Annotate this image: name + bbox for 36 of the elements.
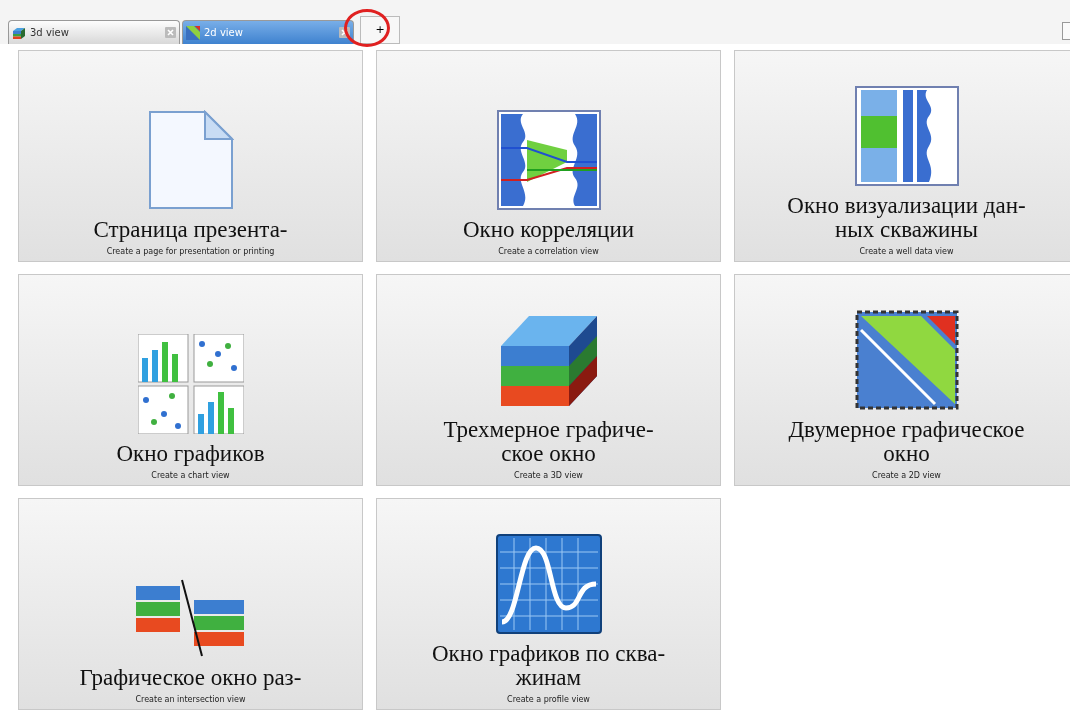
tile-description: Create an intersection view	[135, 694, 246, 706]
tile-title: Окно графиков	[116, 441, 265, 466]
chart-icon	[137, 333, 244, 434]
tile-title: Трехмерное графиче- ское окно	[443, 417, 654, 466]
tile-description: Create a chart view	[151, 470, 230, 482]
view-tile[interactable]: Трехмерное графиче- ское окно Create a 3D view	[376, 274, 721, 486]
tile-title: Графическое окно раз-	[79, 665, 302, 690]
tile-description: Create a profile view	[507, 694, 590, 706]
close-icon[interactable]	[339, 27, 350, 38]
map-icon	[186, 25, 200, 40]
view-tile[interactable]: Страница презента- Create a page for presentation or printing	[18, 50, 363, 262]
add-tab-button[interactable]: +	[360, 16, 400, 44]
tile-title: Окно графиков по сква- жинам	[431, 641, 666, 690]
tile-title: Страница презента-	[93, 217, 288, 242]
view-tile[interactable]: Окно визуализации дан- ных скважины Create a well data view	[734, 50, 1070, 262]
map-icon	[854, 309, 959, 410]
view-tile[interactable]: Окно графиков Create a chart view	[18, 274, 363, 486]
tab[interactable]: 3d view	[8, 20, 180, 44]
tile-description: Create a correlation view	[498, 246, 599, 258]
tile-description: Create a 3D view	[514, 470, 583, 482]
tile-description: Create a 2D view	[872, 470, 941, 482]
correlation-icon	[496, 109, 601, 210]
cube-icon	[12, 25, 26, 40]
page-icon	[147, 109, 234, 210]
tile-description: Create a well data view	[859, 246, 954, 258]
intersection-icon	[135, 577, 246, 658]
view-tile[interactable]: Окно графиков по сква- жинам Create a profile view	[376, 498, 721, 710]
well-log-icon	[854, 85, 959, 186]
view-tile[interactable]: Окно корреляции Create a correlation view	[376, 50, 721, 262]
view-tile[interactable]: Графическое окно раз- Create an intersection view	[18, 498, 363, 710]
tile-title: Окно корреляции	[462, 217, 634, 242]
view-tile[interactable]: Двумерное графическое окно Create a 2D view	[734, 274, 1070, 486]
tile-description: Create a page for presentation or printing	[106, 246, 275, 258]
curve-chart-icon	[495, 533, 602, 634]
tile-title: Двумерное графическое окно	[788, 417, 1025, 466]
tile-title: Окно визуализации дан- ных скважины	[787, 193, 1026, 242]
